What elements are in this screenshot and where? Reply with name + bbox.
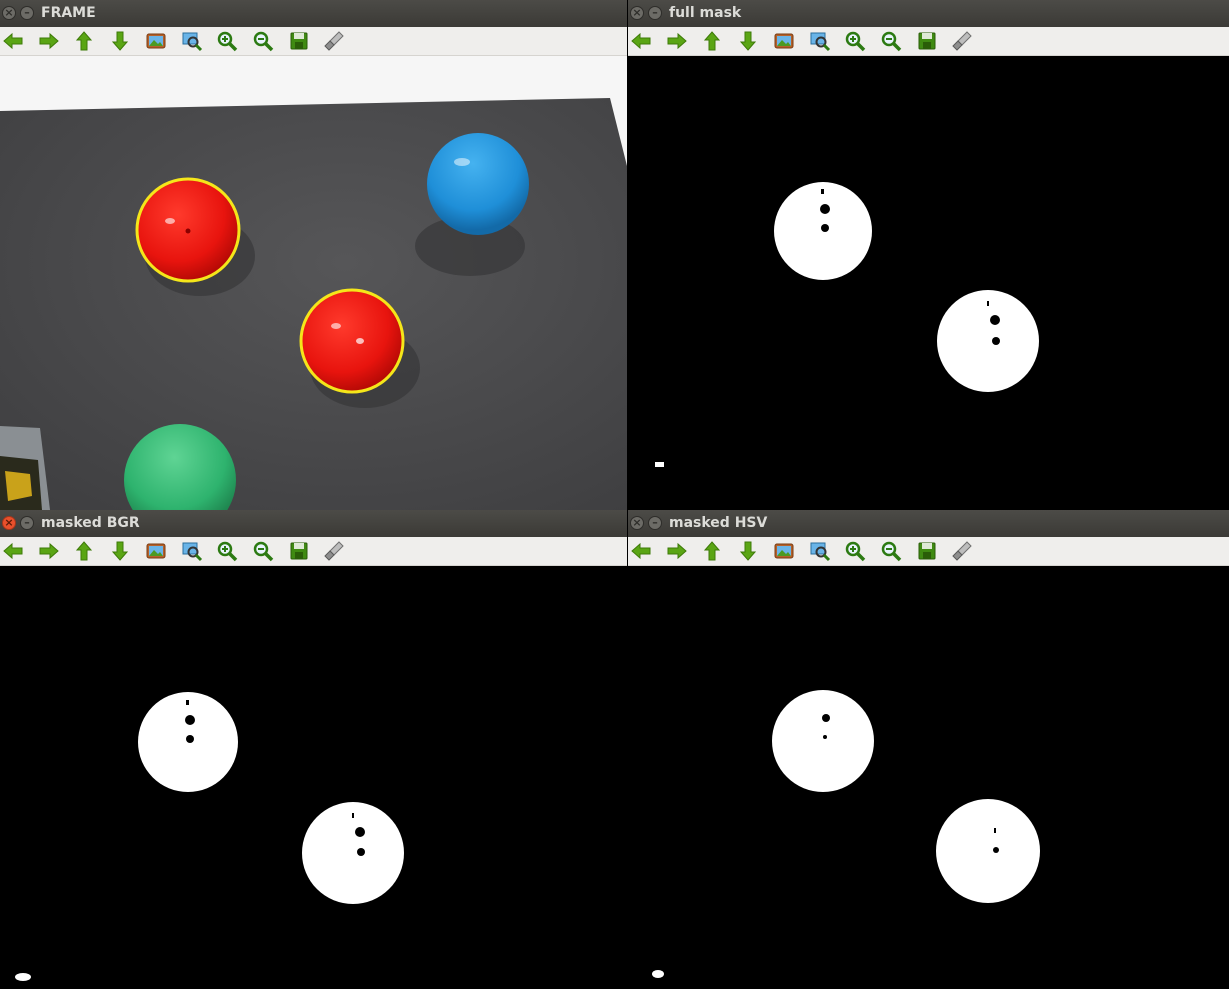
frame-image[interactable] (0, 56, 627, 510)
arrow-left-icon[interactable] (628, 539, 654, 563)
table-surface (0, 98, 627, 510)
zoom-fit-icon[interactable] (179, 539, 205, 563)
minimize-button[interactable]: – (20, 6, 34, 20)
masked-bgr-image[interactable] (0, 566, 627, 989)
full-mask-titlebar[interactable]: × – full mask (628, 0, 1229, 27)
zoom-in-icon[interactable] (214, 539, 240, 563)
zoom-fit-icon[interactable] (179, 29, 205, 53)
masked-hsv-image[interactable] (628, 566, 1229, 989)
image-icon[interactable] (143, 29, 169, 53)
frame-window: × – FRAME (0, 0, 627, 510)
save-icon[interactable] (914, 29, 940, 53)
zoom-out-icon[interactable] (878, 29, 904, 53)
arrow-left-icon[interactable] (0, 29, 26, 53)
arrow-down-icon[interactable] (735, 539, 761, 563)
arrow-right-icon[interactable] (36, 29, 62, 53)
properties-icon[interactable] (949, 539, 975, 563)
arrow-up-icon[interactable] (71, 539, 97, 563)
close-button[interactable]: × (2, 516, 16, 530)
masked-hsv-titlebar[interactable]: × – masked HSV (628, 510, 1229, 537)
arrow-right-icon[interactable] (664, 29, 690, 53)
arrow-right-icon[interactable] (36, 539, 62, 563)
full-mask-image[interactable] (628, 56, 1229, 510)
properties-icon[interactable] (949, 29, 975, 53)
arrow-up-icon[interactable] (71, 29, 97, 53)
zoom-out-icon[interactable] (878, 539, 904, 563)
minimize-button[interactable]: – (648, 6, 662, 20)
arrow-left-icon[interactable] (628, 29, 654, 53)
arrow-down-icon[interactable] (107, 29, 133, 53)
image-icon[interactable] (771, 539, 797, 563)
zoom-in-icon[interactable] (214, 29, 240, 53)
arrow-up-icon[interactable] (699, 29, 725, 53)
save-icon[interactable] (286, 539, 312, 563)
close-button[interactable]: × (630, 516, 644, 530)
zoom-out-icon[interactable] (250, 539, 276, 563)
zoom-in-icon[interactable] (842, 539, 868, 563)
arrow-right-icon[interactable] (664, 539, 690, 563)
window-title: masked BGR (41, 515, 140, 531)
zoom-fit-icon[interactable] (807, 29, 833, 53)
zoom-in-icon[interactable] (842, 29, 868, 53)
mask-blob-1 (772, 690, 874, 792)
blue-ball (427, 133, 529, 235)
save-icon[interactable] (914, 539, 940, 563)
mask-blob-2 (936, 799, 1040, 903)
full-mask-window: × – full mask (628, 0, 1229, 510)
close-button[interactable]: × (630, 6, 644, 20)
window-title: masked HSV (669, 515, 768, 531)
window-title: FRAME (41, 5, 96, 21)
zoom-fit-icon[interactable] (807, 539, 833, 563)
properties-icon[interactable] (321, 29, 347, 53)
frame-toolbar (0, 27, 627, 56)
properties-icon[interactable] (321, 539, 347, 563)
minimize-button[interactable]: – (20, 516, 34, 530)
close-button[interactable]: × (2, 6, 16, 20)
frame-titlebar[interactable]: × – FRAME (0, 0, 627, 27)
minimize-button[interactable]: – (648, 516, 662, 530)
window-title: full mask (669, 5, 742, 21)
full-mask-toolbar (628, 27, 1229, 56)
arrow-left-icon[interactable] (0, 539, 26, 563)
image-icon[interactable] (143, 539, 169, 563)
masked-bgr-window: × – masked BGR (0, 510, 627, 989)
zoom-out-icon[interactable] (250, 29, 276, 53)
masked-hsv-toolbar (628, 537, 1229, 566)
image-icon[interactable] (771, 29, 797, 53)
masked-bgr-toolbar (0, 537, 627, 566)
save-icon[interactable] (286, 29, 312, 53)
arrow-down-icon[interactable] (107, 539, 133, 563)
masked-bgr-titlebar[interactable]: × – masked BGR (0, 510, 627, 537)
masked-hsv-window: × – masked HSV (628, 510, 1229, 989)
arrow-up-icon[interactable] (699, 539, 725, 563)
arrow-down-icon[interactable] (735, 29, 761, 53)
